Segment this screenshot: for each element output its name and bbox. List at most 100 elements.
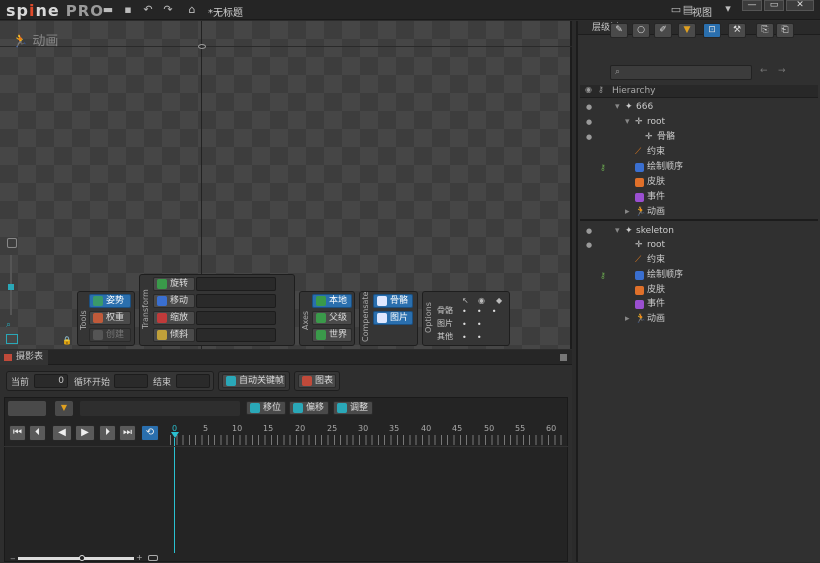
visibility-dot-icon[interactable]: ●	[586, 238, 592, 253]
select-filter-icon[interactable]: ⊡	[703, 23, 721, 38]
zoom-thumb[interactable]	[8, 284, 14, 290]
world-button[interactable]: 世界	[312, 328, 352, 342]
expand-icon[interactable]: ▾	[625, 115, 630, 130]
previous-arrow-icon[interactable]: ←	[760, 66, 768, 76]
panel-menu-icon[interactable]	[560, 354, 567, 361]
current-frame-input[interactable]: 0	[34, 374, 68, 388]
weights-button[interactable]: 权重	[89, 311, 131, 325]
tree-row-skeleton-666[interactable]: ● ▾ ✦ 666	[580, 100, 818, 115]
shear-button[interactable]: 倾斜	[153, 328, 195, 342]
tree-row-events-2[interactable]: 事件	[580, 297, 818, 312]
zoom-icon[interactable]: ⌕	[6, 320, 11, 330]
timeline-zoom-thumb[interactable]	[79, 555, 85, 561]
loop-button[interactable]: ⟲	[141, 425, 159, 441]
shift-button[interactable]: 偏移	[289, 401, 329, 415]
view-menu[interactable]: 视图	[692, 4, 712, 19]
maximize-button[interactable]: ▭	[764, 0, 784, 11]
offset-button[interactable]: 移位	[246, 401, 286, 415]
playhead-line[interactable]	[174, 438, 175, 553]
timeline-filter-icon[interactable]: ▼	[55, 401, 73, 416]
visibility-dot-icon[interactable]: ●	[586, 100, 592, 115]
visibility-dot-icon[interactable]: ●	[586, 130, 592, 145]
graph-button[interactable]: 图表	[298, 374, 336, 388]
tree-row-skins[interactable]: 皮肤	[580, 175, 818, 190]
expand-icon[interactable]: ▾	[615, 224, 620, 239]
tree-row-draw-order[interactable]: ⚷ 绘制顺序	[580, 160, 818, 175]
home-icon[interactable]: ⌂	[186, 4, 198, 16]
save-icon[interactable]: ▪	[122, 4, 134, 16]
pencil-filter-icon[interactable]: ✎	[610, 23, 628, 38]
pose-button[interactable]: 姿势	[89, 294, 131, 308]
collapse-icon[interactable]: ▸	[625, 312, 630, 327]
scale-value[interactable]	[196, 311, 276, 325]
dropdown-icon[interactable]: ▾	[722, 3, 734, 15]
local-button[interactable]: 本地	[312, 294, 352, 308]
next-arrow-icon[interactable]: →	[778, 66, 786, 76]
playhead-handle[interactable]	[171, 432, 179, 438]
open-folder-icon[interactable]: ▬	[102, 4, 114, 16]
copy-icon[interactable]: ⎘	[756, 23, 774, 38]
lock-icon[interactable]: 🔒	[62, 336, 72, 345]
previous-frame-button[interactable]: ⏴	[29, 425, 46, 441]
tree-row-constraints[interactable]: ⟋ 约束	[580, 145, 818, 160]
filter-icon[interactable]: ▼	[678, 23, 696, 38]
loop-start-input[interactable]	[114, 374, 148, 388]
bone-icon	[377, 296, 387, 306]
expand-icon[interactable]: ▾	[615, 100, 620, 115]
key-icon[interactable]: ⚷	[600, 268, 606, 283]
play-reverse-button[interactable]: ◀	[52, 425, 72, 441]
translate-value[interactable]	[196, 294, 276, 308]
visibility-dot-icon[interactable]: ●	[586, 224, 592, 239]
tree-row-constraints-2[interactable]: ⟋ 约束	[580, 253, 818, 268]
create-button[interactable]: 创建	[89, 328, 131, 342]
key-copy-buttons[interactable]	[8, 401, 46, 416]
tree-row-animations-2[interactable]: ▸ 🏃 动画	[580, 312, 818, 327]
undo-icon[interactable]: ↶	[142, 4, 154, 16]
pin-filter-icon[interactable]: ✐	[654, 23, 672, 38]
redo-icon[interactable]: ↷	[162, 4, 174, 16]
event-icon	[635, 193, 644, 202]
parent-button[interactable]: 父级	[312, 311, 352, 325]
frame-icon[interactable]	[6, 334, 18, 344]
tree-search-input[interactable]: ⌕	[610, 65, 752, 80]
shear-value[interactable]	[196, 328, 276, 342]
next-frame-button[interactable]: ⏵	[99, 425, 116, 441]
translate-button[interactable]: 移动	[153, 294, 195, 308]
play-button[interactable]: ▶	[75, 425, 95, 441]
auto-key-button[interactable]: 自动关键帧	[222, 374, 286, 388]
key-icon[interactable]: ⚷	[600, 160, 606, 175]
tree-row-bone[interactable]: ● ✛ 骨骼	[580, 130, 818, 145]
tools-filter-icon[interactable]: ⚒	[728, 23, 746, 38]
layout-icon[interactable]: ▭	[670, 4, 682, 16]
tree-row-root-2[interactable]: ● ✛ root	[580, 238, 818, 253]
animation-icon: 🏃	[635, 207, 647, 217]
scale-button[interactable]: 缩放	[153, 311, 195, 325]
zoom-in-icon[interactable]: +	[136, 553, 143, 562]
first-frame-button[interactable]: ⏮	[9, 425, 26, 441]
local-axis-icon	[316, 296, 326, 306]
tree-row-skeleton[interactable]: ● ▾ ✦ skeleton	[580, 224, 818, 239]
collapse-icon[interactable]: ▸	[625, 205, 630, 220]
tree-row-skins-2[interactable]: 皮肤	[580, 283, 818, 298]
fit-icon[interactable]	[7, 238, 17, 248]
rotate-value[interactable]	[196, 277, 276, 291]
adjust-button[interactable]: 调整	[333, 401, 373, 415]
minimize-button[interactable]: —	[742, 0, 762, 11]
paste-icon[interactable]: ⎗	[776, 23, 794, 38]
compensate-images-button[interactable]: 图片	[373, 311, 413, 325]
tree-row-events[interactable]: 事件	[580, 190, 818, 205]
compensate-bones-button[interactable]: 骨骼	[373, 294, 413, 308]
circle-filter-icon[interactable]: ○	[632, 23, 650, 38]
timeline-zoom-slider[interactable]	[18, 557, 134, 560]
option-toggles[interactable]: • • • • • • •	[462, 305, 497, 344]
rotate-button[interactable]: 旋转	[153, 277, 195, 291]
visibility-dot-icon[interactable]: ●	[586, 115, 592, 130]
last-frame-button[interactable]: ⏭	[119, 425, 136, 441]
tree-row-draw-order-2[interactable]: ⚷ 绘制顺序	[580, 268, 818, 283]
close-button[interactable]: ✕	[786, 0, 814, 11]
tree-row-animations[interactable]: ▸ 🏃 动画	[580, 205, 818, 220]
fit-timeline-icon[interactable]	[148, 555, 158, 561]
tree-row-root[interactable]: ● ▾ ✛ root	[580, 115, 818, 130]
loop-end-input[interactable]	[176, 374, 210, 388]
timeline-ruler[interactable]	[170, 435, 567, 445]
